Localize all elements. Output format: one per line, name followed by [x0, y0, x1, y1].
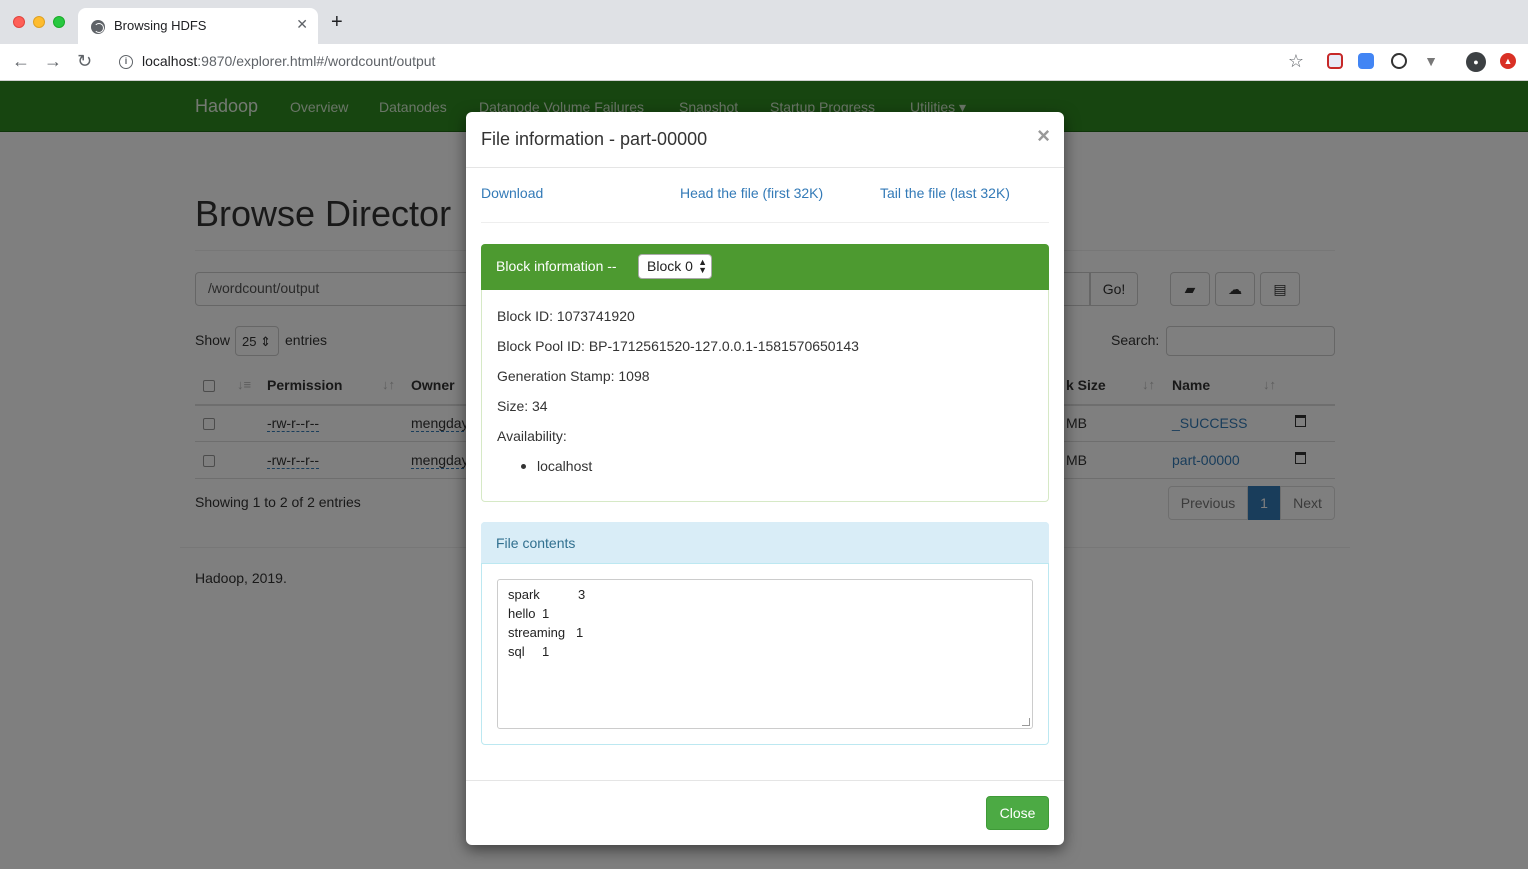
- block-id: Block ID: 1073741920: [497, 308, 635, 324]
- content-word: hello: [508, 606, 536, 621]
- block-select[interactable]: Block 0 ▲ ▼: [638, 254, 712, 279]
- window-maximize-button[interactable]: [53, 16, 65, 28]
- file-contents-heading: File contents: [481, 522, 1049, 564]
- select-arrows-icon: ▲ ▼: [698, 257, 707, 275]
- head-file-link[interactable]: Head the file (first 32K): [680, 185, 823, 201]
- forward-arrow-icon[interactable]: →: [44, 51, 62, 71]
- block-panel-title: Block information --: [496, 258, 617, 274]
- tab-close-icon[interactable]: ✕: [296, 16, 308, 33]
- extension-icon-3[interactable]: [1391, 53, 1407, 69]
- content-count: 3: [578, 587, 586, 602]
- content-word: streaming: [508, 625, 566, 640]
- reload-icon[interactable]: ↻: [77, 51, 92, 71]
- file-contents-panel: File contents spark 3 hello 1 streaming …: [481, 522, 1049, 745]
- block-panel-heading: Block information -- Block 0 ▲ ▼: [481, 244, 1049, 290]
- url-path: :9870/explorer.html#/wordcount/output: [197, 53, 436, 69]
- file-info-modal: File information - part-00000 × Download…: [466, 112, 1064, 845]
- download-link[interactable]: Download: [481, 185, 543, 201]
- window-minimize-button[interactable]: [33, 16, 45, 28]
- links-divider: [481, 222, 1049, 223]
- content-count: 1: [542, 644, 550, 659]
- globe-icon: [91, 20, 105, 34]
- modal-close-icon[interactable]: ×: [1037, 125, 1050, 147]
- vue-extension-icon[interactable]: ▼: [1423, 53, 1439, 69]
- extension-icon-1[interactable]: [1327, 53, 1343, 69]
- back-arrow-icon[interactable]: ←: [12, 51, 30, 71]
- browser-tab[interactable]: Browsing HDFS ✕: [78, 8, 318, 44]
- block-size: Size: 34: [497, 398, 548, 414]
- extension-icon-red[interactable]: ▲: [1500, 53, 1516, 69]
- translate-extension-icon[interactable]: [1358, 53, 1374, 69]
- url-text[interactable]: localhost:9870/explorer.html#/wordcount/…: [142, 53, 435, 69]
- tab-title: Browsing HDFS: [114, 18, 207, 33]
- modal-header-divider: [466, 167, 1064, 168]
- content-word: spark: [508, 587, 540, 602]
- content-count: 1: [542, 606, 550, 621]
- site-info-icon[interactable]: i: [119, 55, 133, 69]
- address-bar[interactable]: i localhost:9870/explorer.html#/wordcoun…: [110, 48, 1318, 76]
- modal-footer-divider: [466, 780, 1064, 781]
- bookmark-star-icon[interactable]: ☆: [1288, 51, 1304, 72]
- new-tab-button[interactable]: +: [331, 12, 343, 32]
- profile-avatar-icon[interactable]: ●: [1466, 52, 1486, 72]
- browser-tabbar: Browsing HDFS ✕ +: [0, 0, 1528, 44]
- availability-host: localhost: [537, 458, 593, 474]
- resize-handle[interactable]: [1022, 718, 1030, 726]
- availability-label: Availability:: [497, 428, 567, 444]
- block-pool-id: Block Pool ID: BP-1712561520-127.0.0.1-1…: [497, 338, 859, 354]
- browser-toolbar: ← → ↻ i localhost:9870/explorer.html#/wo…: [0, 44, 1528, 81]
- bullet-icon: [521, 464, 526, 469]
- file-contents-title: File contents: [496, 535, 576, 551]
- close-button[interactable]: Close: [986, 796, 1049, 830]
- tail-file-link[interactable]: Tail the file (last 32K): [880, 185, 1010, 201]
- url-host: localhost: [142, 53, 198, 69]
- content-word: sql: [508, 644, 525, 659]
- block-select-value: Block 0: [647, 258, 693, 274]
- block-information-panel: Block information -- Block 0 ▲ ▼ Block ID…: [481, 244, 1049, 502]
- content-count: 1: [576, 625, 584, 640]
- modal-title: File information - part-00000: [481, 129, 708, 149]
- file-contents-textarea[interactable]: spark 3 hello 1 streaming 1 sql 1: [497, 579, 1033, 729]
- generation-stamp: Generation Stamp: 1098: [497, 368, 650, 384]
- window-close-button[interactable]: [13, 16, 25, 28]
